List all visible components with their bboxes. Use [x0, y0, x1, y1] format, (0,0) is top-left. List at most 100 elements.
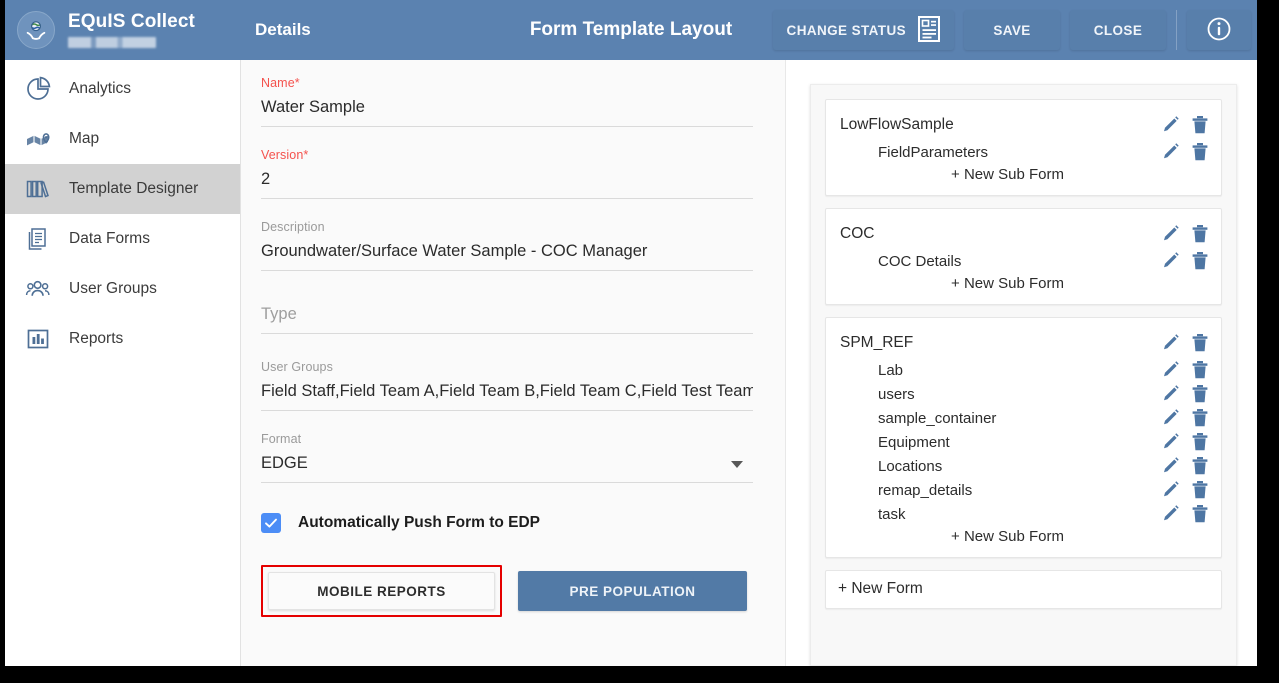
info-circle-icon — [1206, 16, 1232, 45]
screenshot-frame: EQuIS Collect Details Form Template Layo… — [0, 0, 1279, 683]
sidebar-item-reports[interactable]: Reports — [5, 314, 240, 364]
sub-form-row: Lab — [840, 358, 1209, 382]
name-input[interactable]: Water Sample — [261, 90, 753, 126]
row-actions — [1161, 360, 1209, 380]
form-card: LowFlowSample FieldParameters + New Sub … — [825, 99, 1222, 196]
row-actions — [1161, 408, 1209, 428]
form-card-header: SPM_REF — [840, 328, 1209, 358]
format-select-value[interactable]: EDGE — [261, 446, 753, 482]
version-input[interactable]: 2 — [261, 162, 753, 198]
pencil-icon[interactable] — [1161, 408, 1181, 428]
row-actions — [1161, 480, 1209, 500]
mobile-reports-highlight: MOBILE REPORTS — [261, 565, 502, 617]
auto-push-row: Automatically Push Form to EDP — [261, 513, 753, 533]
sidebar-item-data-forms[interactable]: Data Forms — [5, 214, 240, 264]
pencil-icon[interactable] — [1161, 384, 1181, 404]
sub-form-title: sample_container — [878, 409, 997, 427]
trash-icon[interactable] — [1191, 333, 1209, 353]
trash-icon[interactable] — [1191, 360, 1209, 380]
forms-panel: LowFlowSample FieldParameters + New Sub … — [786, 60, 1257, 666]
field-user-groups: User Groups Field Staff,Field Team A,Fie… — [261, 360, 753, 411]
row-actions — [1161, 333, 1209, 353]
field-label: Name* — [261, 76, 300, 90]
field-label: Version* — [261, 148, 309, 162]
application-window: EQuIS Collect Details Form Template Layo… — [5, 0, 1257, 666]
trash-icon[interactable] — [1191, 408, 1209, 428]
required-marker: * — [303, 148, 309, 162]
sub-form-row: COC Details — [840, 249, 1209, 273]
form-card-header: COC — [840, 219, 1209, 249]
brand-subtitle-redacted — [68, 37, 156, 48]
pencil-icon[interactable] — [1161, 115, 1181, 135]
type-input[interactable]: Type — [261, 297, 753, 333]
pencil-icon[interactable] — [1161, 360, 1181, 380]
field-underline — [261, 333, 753, 334]
pencil-icon[interactable] — [1161, 333, 1181, 353]
info-button[interactable] — [1187, 10, 1251, 50]
sidebar-item-analytics[interactable]: Analytics — [5, 64, 240, 114]
trash-icon[interactable] — [1191, 504, 1209, 524]
sidebar-item-user-groups[interactable]: User Groups — [5, 264, 240, 314]
pencil-icon[interactable] — [1161, 224, 1181, 244]
pencil-icon[interactable] — [1161, 456, 1181, 476]
new-sub-form-link[interactable]: + New Sub Form — [840, 273, 1209, 294]
form-title: COC — [840, 225, 875, 242]
sidebar-label: User Groups — [69, 280, 157, 297]
sidebar-label: Map — [69, 130, 100, 147]
row-actions — [1161, 504, 1209, 524]
field-format: Format EDGE — [261, 432, 753, 483]
trash-icon[interactable] — [1191, 456, 1209, 476]
chevron-down-icon[interactable] — [731, 461, 743, 468]
pie-chart-icon — [25, 76, 59, 102]
pencil-icon[interactable] — [1161, 432, 1181, 452]
sub-form-title: Lab — [878, 361, 904, 379]
sidebar-item-template-designer[interactable]: Template Designer — [5, 164, 240, 214]
pencil-icon[interactable] — [1161, 251, 1181, 271]
map-icon — [25, 126, 59, 152]
new-sub-form-link[interactable]: + New Sub Form — [840, 526, 1209, 547]
user-groups-input[interactable]: Field Staff,Field Team A,Field Team B,Fi… — [261, 374, 753, 410]
trash-icon[interactable] — [1191, 432, 1209, 452]
mobile-reports-button[interactable]: MOBILE REPORTS — [268, 572, 495, 610]
pre-population-button[interactable]: PRE POPULATION — [518, 571, 747, 611]
auto-push-checkbox[interactable] — [261, 513, 281, 533]
save-button[interactable]: SAVE — [964, 10, 1060, 50]
brand-block: EQuIS Collect — [5, 0, 241, 60]
field-label: User Groups — [261, 360, 333, 374]
header-divider — [1176, 10, 1177, 50]
new-sub-form-link[interactable]: + New Sub Form — [840, 164, 1209, 185]
row-actions — [1161, 115, 1209, 135]
row-actions — [1161, 432, 1209, 452]
field-type: Type — [261, 297, 753, 334]
trash-icon[interactable] — [1191, 384, 1209, 404]
pencil-icon[interactable] — [1161, 504, 1181, 524]
field-underline — [261, 482, 753, 483]
close-button[interactable]: CLOSE — [1070, 10, 1166, 50]
field-underline — [261, 126, 753, 127]
sub-form-title: Locations — [878, 457, 943, 475]
description-input[interactable]: Groundwater/Surface Water Sample - COC M… — [261, 234, 753, 270]
sidebar-label: Analytics — [69, 80, 132, 97]
new-form-link[interactable]: + New Form — [825, 570, 1222, 609]
pencil-icon[interactable] — [1161, 480, 1181, 500]
change-status-label: CHANGE STATUS — [786, 22, 906, 38]
trash-icon[interactable] — [1191, 115, 1209, 135]
trash-icon[interactable] — [1191, 480, 1209, 500]
sidebar-item-map[interactable]: Map — [5, 114, 240, 164]
field-underline — [261, 198, 753, 199]
change-status-button[interactable]: CHANGE STATUS — [772, 10, 954, 50]
sidebar-label: Template Designer — [69, 180, 199, 197]
trash-icon[interactable] — [1191, 251, 1209, 271]
nav-details-label[interactable]: Details — [255, 20, 311, 40]
form-card: SPM_REF Lab users sample_container Equip… — [825, 317, 1222, 558]
pencil-icon[interactable] — [1161, 142, 1181, 162]
trash-icon[interactable] — [1191, 224, 1209, 244]
sub-form-row: users — [840, 382, 1209, 406]
form-card: COC COC Details + New Sub Form — [825, 208, 1222, 305]
sub-form-row: task — [840, 502, 1209, 526]
trash-icon[interactable] — [1191, 142, 1209, 162]
sub-form-title: users — [878, 385, 915, 403]
